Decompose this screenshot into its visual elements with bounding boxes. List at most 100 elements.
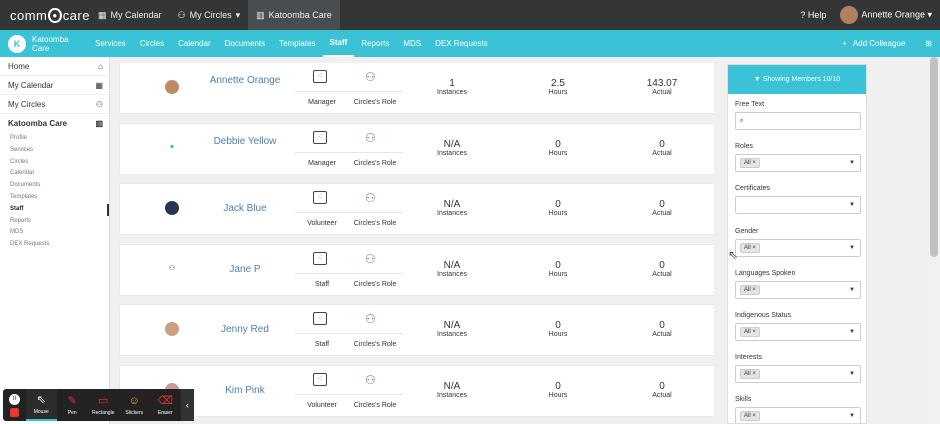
pause-icon[interactable]: II	[8, 393, 20, 405]
collapse-toolbar-icon[interactable]: ‹	[180, 389, 194, 421]
member-card[interactable]: Kim Pink ·: Volunteer ⚇ Circles's Role N/A Ins…	[120, 365, 714, 416]
filter-chip[interactable]: All ×	[740, 158, 760, 169]
close-icon[interactable]: ×	[751, 287, 756, 293]
member-card[interactable]: ✷ Debbie Yellow ·: Manager ⚇ Circles's Role N/…	[120, 123, 714, 174]
circles-icon[interactable]: ⚇	[365, 70, 376, 84]
role-badge-icon[interactable]: ·:	[313, 70, 327, 83]
instances-value: N/A	[443, 320, 461, 331]
member-name-link[interactable]: Jane P	[200, 264, 290, 275]
close-icon[interactable]: ×	[751, 245, 756, 251]
sidebar-sub-reports[interactable]: Reports	[0, 216, 109, 228]
sidebar-sub-documents[interactable]: Documents	[0, 180, 109, 192]
sidebar-sub-staff[interactable]: Staff	[0, 203, 109, 216]
member-name-link[interactable]: Kim Pink	[200, 385, 290, 396]
close-icon[interactable]: ×	[751, 371, 756, 377]
member-name-link[interactable]: Annette Orange	[200, 75, 290, 86]
stat-instances: 1 Instances	[417, 78, 487, 96]
sidebar-item-my-calendar[interactable]: My Calendar ▦	[0, 76, 109, 95]
close-icon[interactable]: ×	[751, 329, 756, 335]
member-card[interactable]: Jenny Red ·: Staff ⚇ Circles's Role N/A Instan…	[120, 305, 714, 355]
member-card[interactable]: Annette Orange ·: Manager ⚇ Circles's Role 1 I…	[120, 63, 714, 113]
instances-value: N/A	[443, 138, 461, 150]
circles-icon[interactable]: ⚇	[365, 252, 376, 266]
tool-mouse[interactable]: ⇖ Mouse	[25, 389, 57, 421]
role-badge-icon[interactable]: ·:	[313, 312, 327, 325]
tab-documents[interactable]: Documents	[218, 30, 272, 57]
filter-header[interactable]: ▼ Showing Members 10/10	[728, 65, 866, 94]
circles-icon[interactable]: ⚇	[365, 131, 376, 145]
tab-templates[interactable]: Templates	[272, 30, 322, 57]
chevron-down-icon: ▼	[849, 371, 855, 378]
member-name-link[interactable]: Debbie Yellow	[200, 136, 290, 147]
circles-icon[interactable]: ⚇	[365, 312, 376, 326]
sidebar: Home ⌂ My Calendar ▦ My Circles ⚇ Katoomba …	[0, 57, 110, 424]
member-card[interactable]: ⚇ Jane P ·: Staff ⚇ Circles's Role N/A Instance…	[120, 244, 714, 295]
tab-mds[interactable]: MDS	[396, 30, 428, 57]
sidebar-sub-dex-requests[interactable]: DEX Requests	[0, 239, 109, 251]
close-icon[interactable]: ×	[751, 413, 756, 419]
member-card[interactable]: Jack Blue ·: Volunteer ⚇ Circles's Role N/A In…	[120, 184, 714, 234]
sidebar-sub-circles[interactable]: Circles	[0, 157, 109, 169]
role-badge-icon[interactable]: ·:	[313, 191, 327, 204]
filter-select[interactable]: All × ▼	[735, 154, 861, 173]
stop-icon[interactable]	[9, 407, 19, 417]
role-badge-icon[interactable]: ·:	[313, 130, 327, 144]
filter-chip[interactable]: All ×	[740, 327, 760, 337]
scrollbar-thumb[interactable]	[930, 57, 938, 257]
tool-rectangle[interactable]: ▭ Rectangle	[88, 389, 119, 421]
top-nav-katoomba-care[interactable]: ▥ Katoomba Care	[248, 0, 340, 30]
chevron-down-icon: ▼	[849, 244, 855, 251]
tab-services[interactable]: Services	[88, 30, 133, 57]
tab-calendar[interactable]: Calendar	[171, 30, 217, 57]
tool-eraser[interactable]: ⌫ Eraser	[150, 389, 181, 421]
chip-label: All	[744, 286, 751, 293]
filter-label: Certificates	[735, 185, 771, 193]
commcare-logo[interactable]: comm ● care	[10, 7, 90, 23]
sidebar-sub-profile[interactable]: Profile	[0, 133, 109, 145]
top-nav-my-calendar[interactable]: ▦ My Calendar	[90, 0, 170, 30]
top-bar: comm ● care ▦ My Calendar ⚇ My Circles ▾ ▥ Kat…	[0, 0, 940, 30]
sidebar-sub-services[interactable]: Services	[0, 145, 109, 157]
member-name-link[interactable]: Jenny Red	[200, 324, 290, 335]
tab-dex-requests[interactable]: DEX Requests	[428, 30, 494, 57]
stat-instances: N/A Instances	[417, 139, 487, 157]
filter-chip[interactable]: All ×	[740, 284, 760, 295]
free-text-search-input[interactable]: ⌕	[735, 112, 861, 130]
sidebar-item-my-circles[interactable]: My Circles ⚇	[0, 95, 109, 114]
circles-icon[interactable]: ⚇	[365, 191, 376, 205]
filter-select[interactable]: All × ▼	[735, 323, 861, 341]
member-list: Annette Orange ·: Manager ⚇ Circles's Role 1 I…	[118, 63, 714, 424]
filter-chip[interactable]: All ×	[740, 411, 760, 422]
sidebar-item-home[interactable]: Home ⌂	[0, 57, 109, 76]
sidebar-sub-mds[interactable]: MDS	[0, 227, 109, 239]
expand-icon[interactable]: ⊞	[925, 39, 932, 48]
user-menu[interactable]: Annette Orange ▾	[840, 6, 932, 24]
page-scrollbar[interactable]	[928, 57, 940, 424]
member-role: Volunteer	[307, 401, 337, 409]
close-icon[interactable]: ×	[751, 160, 756, 166]
filter-select[interactable]: All × ▼	[735, 407, 861, 423]
tab-reports[interactable]: Reports	[354, 30, 396, 57]
tab-staff[interactable]: Staff	[322, 30, 355, 57]
role-badge-icon[interactable]: ·:	[313, 251, 327, 265]
filter-chip[interactable]: All ×	[740, 242, 760, 253]
member-name-link[interactable]: Jack Blue	[200, 203, 290, 214]
filter-chip[interactable]: All ×	[740, 369, 760, 380]
org-brand[interactable]: K Katoomba Care	[0, 34, 88, 53]
help-link[interactable]: ? Help	[800, 10, 826, 20]
role-badge-icon[interactable]: ·:	[313, 372, 327, 386]
tool-stickers[interactable]: ☺ Stickers	[119, 389, 150, 421]
tool-pen[interactable]: ✎ Pen	[57, 389, 88, 421]
divider	[295, 91, 403, 92]
sidebar-org-heading[interactable]: Katoomba Care ▥	[0, 114, 109, 133]
top-nav-my-circles[interactable]: ⚇ My Circles ▾	[170, 0, 249, 30]
filter-select[interactable]: All × ▼	[735, 238, 861, 257]
circles-icon[interactable]: ⚇	[365, 373, 376, 387]
filter-select[interactable]: All × ▼	[735, 365, 861, 384]
sidebar-sub-calendar[interactable]: Calendar	[0, 168, 109, 180]
filter-select[interactable]: ▼	[735, 196, 861, 215]
tab-circles[interactable]: Circles	[133, 30, 171, 57]
filter-select[interactable]: All × ▼	[735, 280, 861, 299]
add-colleague-button[interactable]: + Add Colleague ⊞	[842, 39, 940, 48]
sidebar-sub-templates[interactable]: Templates	[0, 192, 109, 204]
